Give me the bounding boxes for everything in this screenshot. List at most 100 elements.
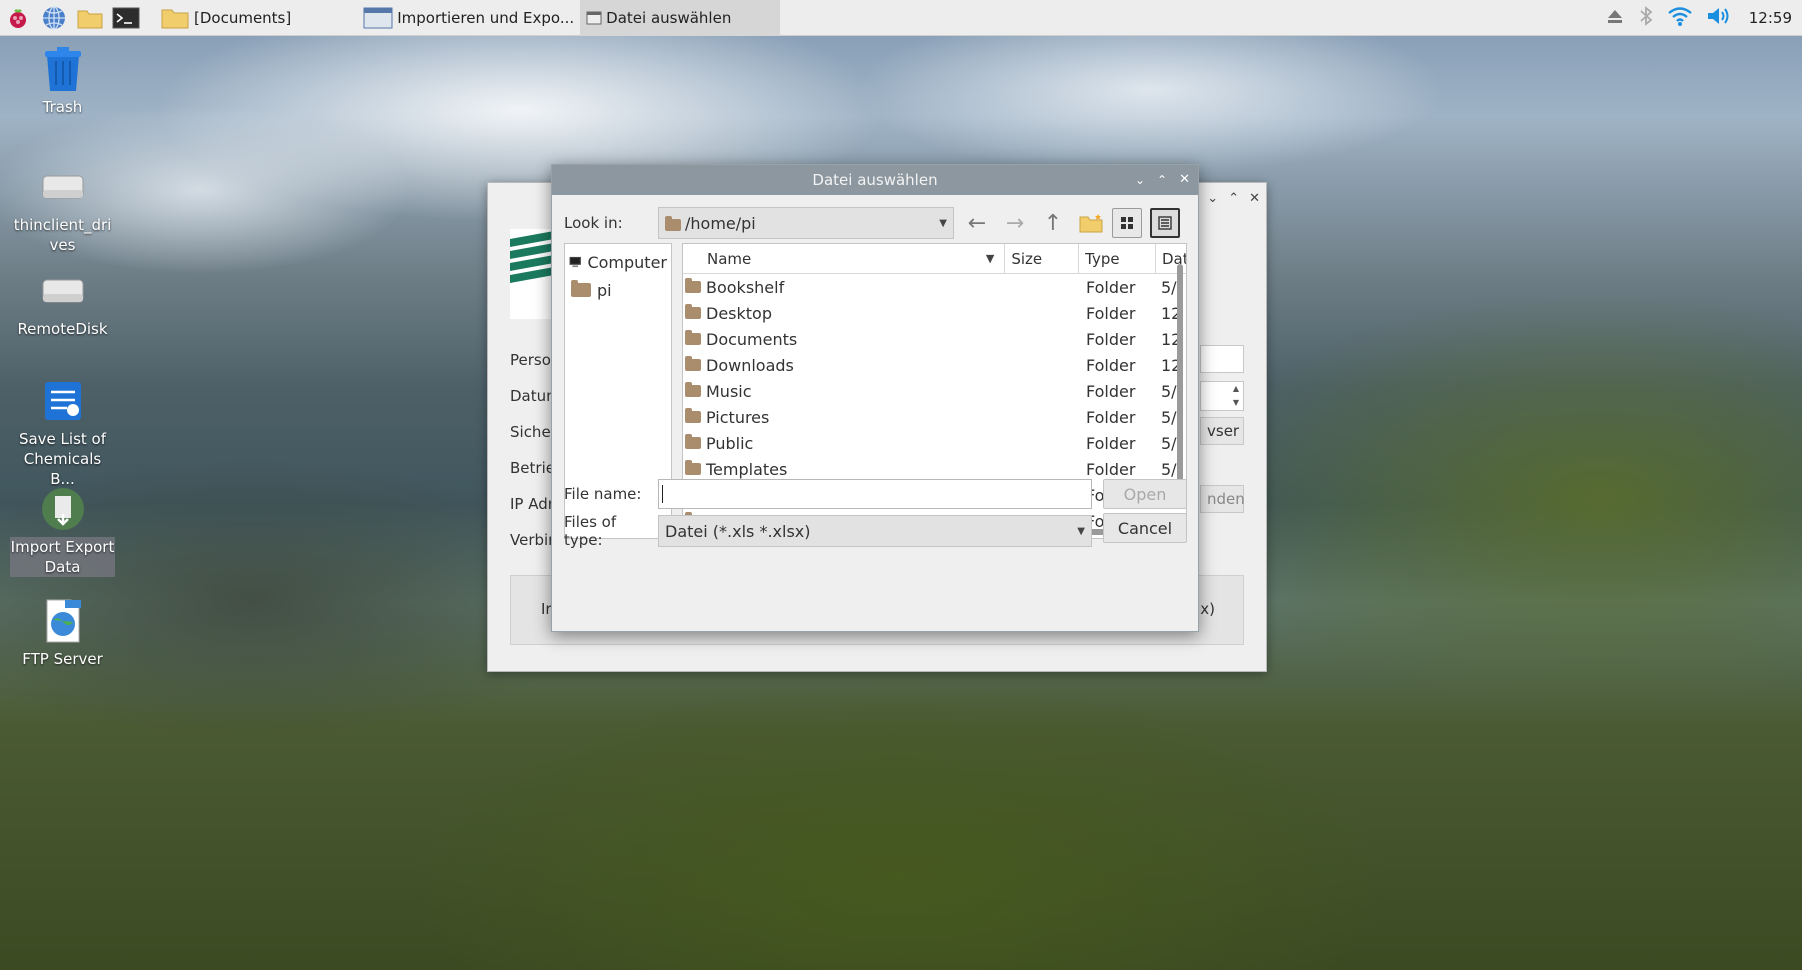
task-documents[interactable]: [Documents]: [154, 0, 297, 36]
task-datei-auswaehlen[interactable]: Datei auswählen: [580, 0, 781, 36]
file-row[interactable]: BookshelfFolder5/2: [683, 274, 1186, 300]
task-label: Importieren und Expo...: [397, 8, 575, 27]
file-row[interactable]: MusicFolder5/2: [683, 378, 1186, 404]
sidebar-item-computer[interactable]: Computer: [565, 248, 671, 276]
folder-icon: [685, 434, 701, 449]
sidebar-item-pi[interactable]: pi: [565, 276, 671, 304]
file-name-cell: Documents: [683, 330, 1006, 349]
forward-arrow-icon[interactable]: →: [1000, 207, 1030, 239]
column-header-type[interactable]: Type: [1079, 244, 1156, 273]
drive-icon: [38, 266, 88, 316]
scrollbar-thumb[interactable]: [1177, 264, 1183, 504]
file-name-text: Public: [706, 433, 754, 453]
file-row[interactable]: PublicFolder5/2: [683, 430, 1186, 456]
chevron-down-icon: ▼: [939, 217, 947, 229]
wifi-icon[interactable]: [1667, 5, 1693, 31]
file-type-cell: Folder: [1086, 433, 1136, 453]
file-type-cell: Folder: [1086, 277, 1136, 297]
file-name-cell: Bookshelf: [683, 278, 1006, 297]
desktop-icon-save-list[interactable]: Save List of Chemicals B...: [10, 376, 115, 489]
trash-icon: [38, 44, 88, 94]
file-name-row: File name:: [564, 479, 1092, 509]
document-list-icon: [38, 376, 88, 426]
up-arrow-icon[interactable]: ↑: [1038, 207, 1068, 239]
field-label: Datun: [510, 387, 556, 405]
file-name-cell: Desktop: [683, 304, 1006, 323]
cancel-button[interactable]: Cancel: [1103, 513, 1187, 543]
back-arrow-icon[interactable]: ←: [962, 207, 992, 239]
browser-globe-icon[interactable]: [36, 0, 72, 36]
new-folder-icon[interactable]: [1076, 207, 1106, 239]
file-name-cell: Public: [683, 434, 1006, 453]
look-in-value: /home/pi: [685, 213, 756, 233]
eject-icon[interactable]: [1605, 7, 1625, 29]
file-type-cell: Folder: [1086, 355, 1136, 375]
bluetooth-icon[interactable]: [1637, 5, 1655, 31]
desktop-icon-label: RemoteDisk: [17, 320, 108, 338]
import-export-icon: [38, 484, 88, 534]
system-tray: 12:59: [1605, 0, 1802, 36]
task-import-export[interactable]: Importieren und Expo...: [357, 0, 580, 36]
maximize-icon[interactable]: ⌃: [1157, 165, 1167, 195]
close-icon[interactable]: ✕: [1179, 165, 1190, 195]
desktop-icon-thinclient-drives[interactable]: thinclient_drives: [10, 162, 115, 255]
task-label: Datei auswählen: [606, 8, 732, 27]
file-list-header: Name ▼ Size Type Dat: [683, 244, 1186, 274]
file-name-cell: Pictures: [683, 408, 1006, 427]
file-type-cell: Folder: [1086, 329, 1136, 349]
chevron-down-icon: ▼: [1077, 525, 1085, 537]
desktop-icon-import-export[interactable]: Import Export Data: [10, 484, 115, 577]
file-name-text: Bookshelf: [706, 277, 785, 297]
file-name-label: File name:: [564, 485, 642, 503]
window-icon: [363, 7, 393, 28]
file-row[interactable]: DesktopFolder12/: [683, 300, 1186, 326]
panel-text-right: x): [1200, 600, 1215, 618]
file-name-input[interactable]: [658, 479, 1092, 509]
file-row[interactable]: DocumentsFolder12/: [683, 326, 1186, 352]
detail-view-icon[interactable]: [1150, 208, 1180, 238]
task-label: [Documents]: [194, 8, 292, 27]
maximize-icon[interactable]: ⌃: [1228, 191, 1239, 206]
folder-icon: [685, 382, 701, 397]
close-icon[interactable]: ✕: [1249, 191, 1260, 206]
terminal-icon[interactable]: [108, 0, 144, 36]
look-in-row: Look in: /home/pi ▼ ← → ↑: [564, 207, 1180, 239]
minimize-icon[interactable]: ⌄: [1207, 191, 1218, 206]
dialog-title: Datei auswählen: [812, 171, 938, 189]
desktop-icon-label: Import Export Data: [10, 537, 115, 577]
date-spinbox[interactable]: ▲ ▼: [1200, 381, 1244, 411]
files-of-type-label: Files of type:: [564, 513, 617, 549]
icon-view-icon[interactable]: [1112, 208, 1142, 238]
volume-icon[interactable]: [1705, 5, 1731, 31]
file-name-cell: Downloads: [683, 356, 1006, 375]
field-label: Sicher: [510, 423, 557, 441]
folder-icon: [685, 304, 701, 319]
person-input[interactable]: [1200, 345, 1244, 373]
sidebar-item-label: Computer: [587, 252, 667, 272]
desktop-icon-trash[interactable]: Trash: [10, 44, 115, 117]
desktop-icon-remotedisk[interactable]: RemoteDisk: [10, 266, 115, 339]
files-of-type-combo[interactable]: Datei (*.xls *.xlsx) ▼: [658, 515, 1092, 547]
column-header-name[interactable]: Name ▼: [683, 244, 1006, 273]
column-label: Name: [707, 249, 752, 268]
open-button[interactable]: Open: [1103, 479, 1187, 509]
desktop-icon-label: thinclient_drives: [13, 216, 112, 254]
file-manager-icon[interactable]: [72, 0, 108, 36]
folder-icon: [685, 330, 701, 345]
file-name-text: Music: [706, 381, 752, 401]
window-controls: ⌄ ⌃ ✕: [1207, 191, 1260, 206]
clock[interactable]: 12:59: [1749, 9, 1792, 27]
look-in-label: Look in:: [564, 214, 623, 232]
file-type-cell: Folder: [1086, 381, 1136, 401]
look-in-combo[interactable]: /home/pi ▼: [658, 207, 954, 239]
column-header-size[interactable]: Size: [1005, 244, 1080, 273]
browse-button[interactable]: vser: [1200, 417, 1244, 445]
folder-icon: [685, 356, 701, 371]
desktop-icon-ftp-server[interactable]: FTP Server: [10, 596, 115, 669]
file-row[interactable]: DownloadsFolder12/: [683, 352, 1186, 378]
folder-icon: [685, 408, 701, 423]
minimize-icon[interactable]: ⌄: [1135, 165, 1145, 195]
raspberry-menu-icon[interactable]: [0, 0, 36, 36]
file-row[interactable]: PicturesFolder5/3: [683, 404, 1186, 430]
send-button[interactable]: nden: [1200, 485, 1245, 513]
